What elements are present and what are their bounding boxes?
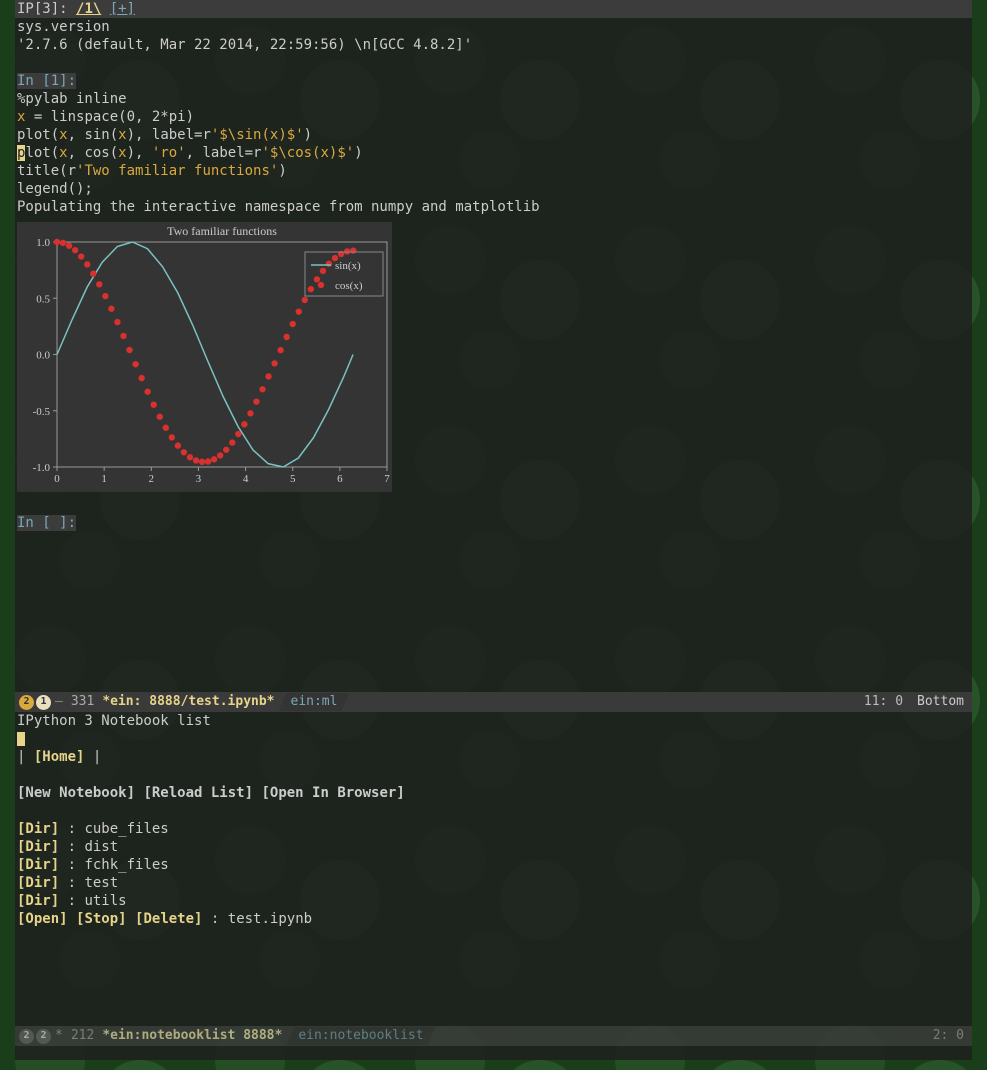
svg-text:0: 0 (54, 473, 60, 485)
tab-add[interactable]: [+] (110, 1, 135, 17)
dir-link[interactable]: [Dir] (17, 893, 59, 909)
output-line: '2.7.6 (default, Mar 22 2014, 22:59:56) … (17, 36, 970, 54)
dir-name: test (84, 875, 118, 891)
indicator-icon: 1 (36, 695, 51, 710)
cursor-position: 2: 0 (933, 1027, 964, 1045)
major-mode: ein:ml (279, 693, 350, 711)
svg-text:0.5: 0.5 (36, 293, 50, 305)
dir-link[interactable]: [Dir] (17, 821, 59, 837)
major-mode: ein:notebooklist (286, 1027, 435, 1045)
stop-notebook-button[interactable]: [Stop] (76, 911, 127, 927)
svg-text:5: 5 (290, 473, 296, 485)
modeline-bottom: 2 2 * 212 *ein:notebooklist 8888* ein:no… (15, 1026, 972, 1046)
open-in-browser-button[interactable]: [Open In Browser] (261, 785, 404, 801)
code-line[interactable]: title(r'Two familiar functions') (17, 162, 970, 180)
delete-notebook-button[interactable]: [Delete] (135, 911, 202, 927)
code-line[interactable]: legend(); (17, 180, 970, 198)
cursor-position: 11: 0 (864, 693, 903, 711)
svg-text:-0.5: -0.5 (33, 406, 51, 418)
code-line[interactable]: plot(x, cos(x), 'ro', label=r'$\cos(x)$'… (17, 144, 970, 162)
plot-output: Two familiar functions 0 1 2 3 4 5 6 7 -1.0 -0.5 0.… (17, 222, 392, 492)
svg-text:-1.0: -1.0 (33, 462, 51, 474)
svg-text:2: 2 (149, 473, 155, 485)
svg-text:Two familiar functions: Two familiar functions (167, 224, 277, 238)
svg-text:6: 6 (337, 473, 343, 485)
output-line: Populating the interactive namespace fro… (17, 198, 970, 216)
tab-active[interactable]: /1\ (76, 1, 101, 17)
buffer-name: *ein: 8888/test.ipynb* (98, 693, 278, 711)
svg-text:7: 7 (384, 473, 390, 485)
line-number: 212 (67, 1027, 98, 1045)
svg-text:1: 1 (101, 473, 107, 485)
svg-text:sin(x): sin(x) (335, 260, 361, 272)
cursor (17, 732, 25, 746)
dir-link[interactable]: [Dir] (17, 875, 59, 891)
svg-text:3: 3 (196, 473, 202, 485)
indicator-icon: 2 (19, 695, 34, 710)
svg-text:4: 4 (243, 473, 249, 485)
indicator-icon: 2 (19, 1029, 34, 1044)
header-prompt: IP[3]: (17, 1, 68, 17)
dir-name: cube_files (84, 821, 168, 837)
buffer-name: *ein:notebooklist 8888* (98, 1027, 286, 1045)
new-notebook-button[interactable]: [New Notebook] (17, 785, 135, 801)
notebooklist-pane[interactable]: IPython 3 Notebook list | [Home] | [New … (15, 712, 972, 1026)
svg-text:1.0: 1.0 (36, 237, 50, 249)
code-line[interactable]: %pylab inline (17, 90, 970, 108)
line-number: 331 (67, 693, 98, 711)
scroll-position: Bottom (917, 693, 964, 711)
minibuffer[interactable] (15, 1046, 972, 1060)
notebook-filename: test.ipynb (228, 911, 312, 927)
code-line[interactable]: plot(x, sin(x), label=r'$\sin(x)$') (17, 126, 970, 144)
svg-text:cos(x): cos(x) (335, 280, 363, 292)
code-line[interactable]: x = linspace(0, 2*pi) (17, 108, 970, 126)
dir-name: dist (84, 839, 118, 855)
page-title: IPython 3 Notebook list (17, 712, 970, 730)
dir-name: utils (84, 893, 126, 909)
notebook-pane[interactable]: IP[3]: /1\ [+] sys.version '2.7.6 (defau… (15, 0, 972, 692)
output-line: sys.version (17, 18, 970, 36)
cell-input-prompt: In [ ]: (17, 514, 970, 532)
dir-name: fchk_files (84, 857, 168, 873)
indicator-icon: 2 (36, 1029, 51, 1044)
tab-bar: IP[3]: /1\ [+] (15, 0, 972, 18)
dir-link[interactable]: [Dir] (17, 839, 59, 855)
svg-text:0.0: 0.0 (36, 350, 50, 362)
modeline-top: 2 1 — 331 *ein: 8888/test.ipynb* ein:ml … (15, 692, 972, 712)
reload-list-button[interactable]: [Reload List] (143, 785, 253, 801)
cell-input-prompt: In [1]: (17, 72, 970, 90)
home-link[interactable]: [Home] (34, 749, 85, 765)
dir-link[interactable]: [Dir] (17, 857, 59, 873)
open-notebook-button[interactable]: [Open] (17, 911, 68, 927)
